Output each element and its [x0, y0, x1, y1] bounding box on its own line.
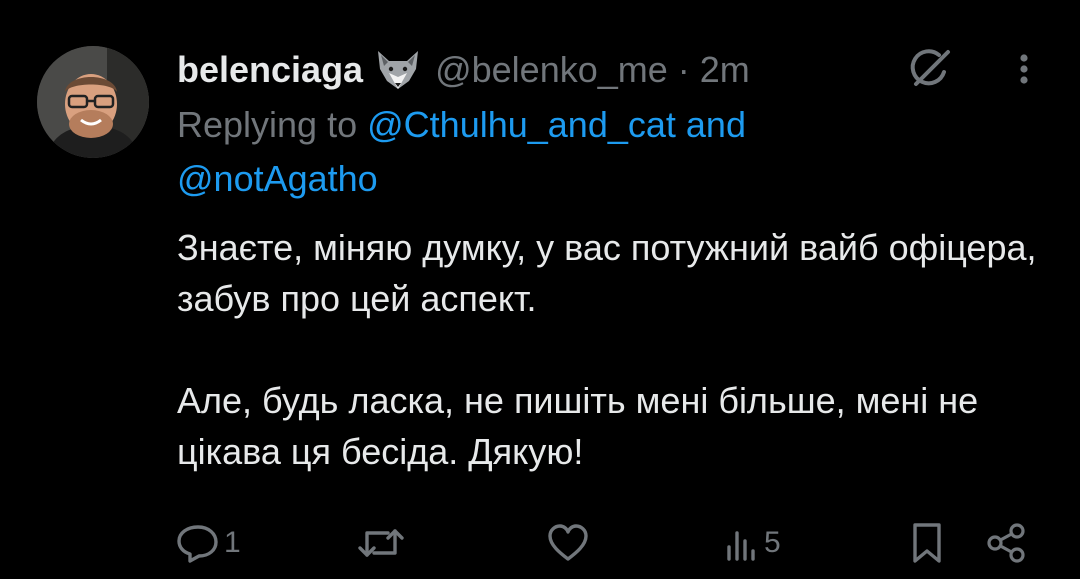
views-icon	[727, 531, 755, 561]
avatar-image	[37, 46, 149, 158]
more-options-icon[interactable]	[1006, 44, 1042, 94]
like-button[interactable]	[546, 518, 590, 568]
replying-to-label: Replying to	[177, 104, 358, 145]
mention-link-notagatho[interactable]: @notAgatho	[177, 158, 378, 199]
tweet-text-paragraph-2: Але, будь ласка, не пишіть мені більше, …	[177, 380, 979, 472]
tweet[interactable]: belenciaga @belenko_me · 2m Replying to …	[0, 0, 1080, 579]
tweet-header: belenciaga @belenko_me · 2m	[177, 42, 750, 98]
reply-button[interactable]: 1	[176, 518, 241, 568]
repost-icon	[358, 529, 404, 557]
views-button[interactable]: 5	[724, 518, 781, 568]
views-count: 5	[764, 526, 781, 559]
share-icon	[987, 523, 1025, 563]
timestamp[interactable]: 2m	[700, 49, 750, 91]
tweet-text: Знаєте, міняю думку, у вас потужний вайб…	[177, 222, 1037, 477]
user-handle[interactable]: @belenko_me	[435, 49, 668, 91]
heart-icon	[548, 524, 588, 561]
tweet-text-paragraph-1: Знаєте, міняю думку, у вас потужний вайб…	[177, 227, 1037, 319]
mention-joiner[interactable]: and	[686, 104, 746, 145]
share-button[interactable]	[984, 518, 1028, 568]
reply-icon	[177, 525, 218, 563]
header-separator: ·	[677, 49, 690, 90]
mention-link-cthulhu[interactable]: @Cthulhu_and_cat	[367, 104, 676, 145]
grok-icon[interactable]	[902, 42, 956, 96]
wolf-icon	[375, 49, 421, 91]
bookmark-button[interactable]	[910, 518, 944, 568]
bookmark-icon	[913, 523, 941, 563]
display-name[interactable]: belenciaga	[177, 49, 363, 91]
action-bar: 1 5	[0, 518, 1080, 568]
reply-count: 1	[224, 526, 241, 559]
repost-button[interactable]	[356, 518, 406, 568]
avatar[interactable]	[37, 46, 149, 158]
replying-to: Replying to @Cthulhu_and_cat and @notAga…	[177, 98, 1037, 206]
